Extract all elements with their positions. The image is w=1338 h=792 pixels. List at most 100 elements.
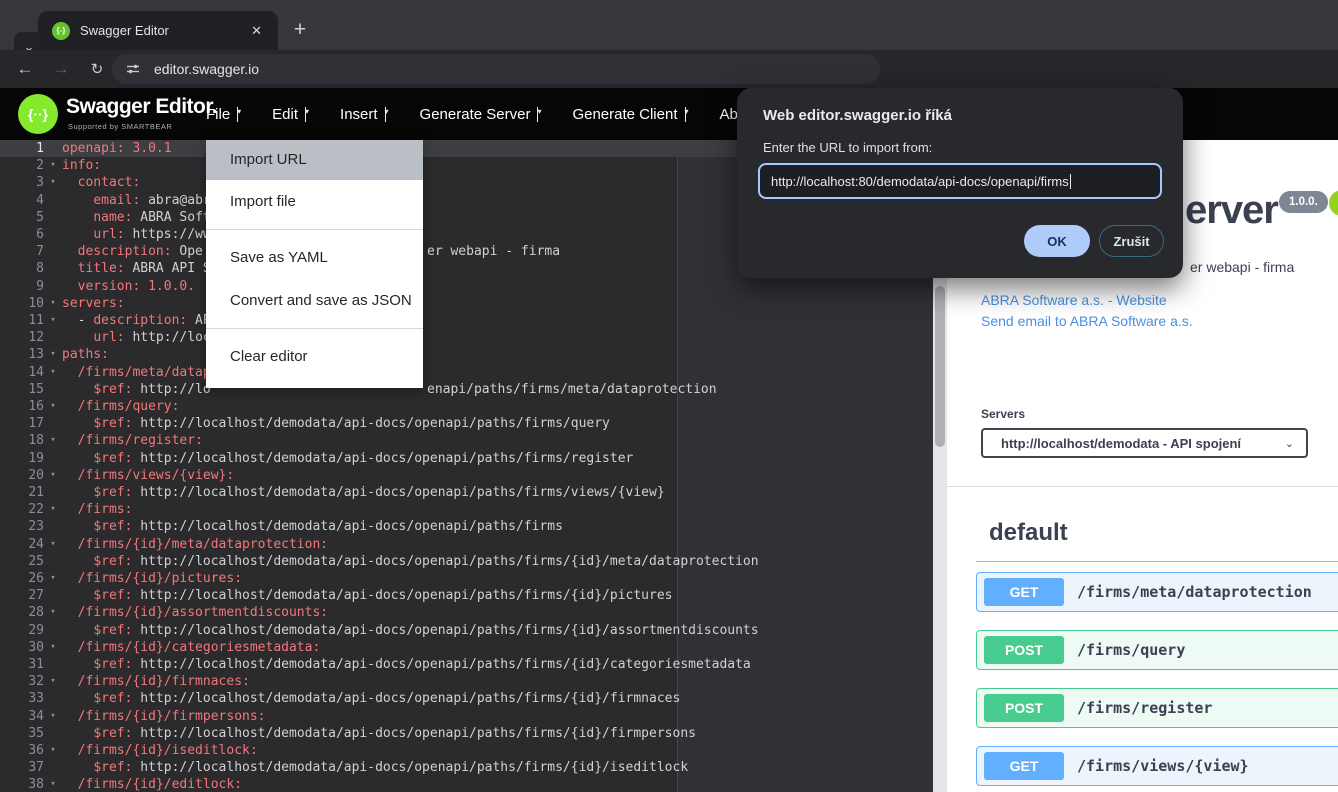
editor-line-35[interactable]: 35 $ref: http://localhost/demodata/api-d… (0, 725, 933, 742)
line-number: 1 (0, 140, 44, 157)
url-text: editor.swagger.io (154, 61, 259, 77)
code-text: title: ABRA API S (62, 261, 211, 276)
fold-icon[interactable]: ▾ (44, 604, 62, 621)
code-text: contact: (62, 175, 140, 190)
editor-line-18[interactable]: 18▾ /firms/register: (0, 432, 933, 449)
tag-title[interactable]: default (989, 519, 1068, 547)
fold-icon[interactable]: ▾ (44, 639, 62, 656)
fold-icon[interactable]: ▾ (44, 157, 62, 174)
file-menu-item-save-as-yaml[interactable]: Save as YAML (206, 236, 423, 279)
editor-line-32[interactable]: 32▾ /firms/{id}/firmnaces: (0, 673, 933, 690)
tab-close-icon[interactable]: ✕ (245, 21, 268, 41)
method-badge: GET (984, 752, 1064, 780)
fold-icon[interactable]: ▾ (44, 536, 62, 553)
code-text: /firms/{id}/meta/dataprotection: (62, 537, 328, 552)
code-text: version: 1.0.0. (62, 279, 195, 294)
file-menu-item-import-url[interactable]: Import URL (206, 140, 423, 180)
address-bar[interactable]: editor.swagger.io (112, 54, 880, 84)
editor-line-27[interactable]: 27 $ref: http://localhost/demodata/api-d… (0, 587, 933, 604)
line-number: 29 (0, 622, 44, 639)
email-link[interactable]: Send email to ABRA Software a.s. (981, 313, 1193, 329)
new-tab-button[interactable]: + (284, 14, 316, 46)
fold-icon[interactable]: ▾ (44, 570, 62, 587)
file-menu-item-import-file[interactable]: Import file (206, 180, 423, 223)
editor-line-24[interactable]: 24▾ /firms/{id}/meta/dataprotection: (0, 536, 933, 553)
code-text: /firms/register: (62, 433, 203, 448)
website-link[interactable]: ABRA Software a.s. - Website (981, 292, 1167, 308)
editor-line-19[interactable]: 19 $ref: http://localhost/demodata/api-d… (0, 450, 933, 467)
servers-label: Servers (981, 407, 1025, 421)
screen: ⌄ {-} Swagger Editor ✕ + ← → ↻ editor.sw… (0, 0, 1338, 792)
fold-icon[interactable]: ▾ (44, 174, 62, 191)
fold-icon[interactable]: ▾ (44, 398, 62, 415)
editor-line-16[interactable]: 16▾ /firms/query: (0, 398, 933, 415)
fold-icon[interactable]: ▾ (44, 673, 62, 690)
cancel-button[interactable]: Zrušit (1099, 225, 1164, 257)
editor-line-37[interactable]: 37 $ref: http://localhost/demodata/api-d… (0, 759, 933, 776)
line-number: 20 (0, 467, 44, 484)
menu-generate-client[interactable]: Generate Client▾ (572, 106, 685, 123)
app-title: Swagger Editor. (66, 95, 217, 119)
opblock--firms-register[interactable]: POST/firms/register (976, 688, 1338, 728)
file-menu-item-clear-editor[interactable]: Clear editor (206, 335, 423, 378)
menu-file[interactable]: File▾ (206, 106, 238, 123)
editor-line-25[interactable]: 25 $ref: http://localhost/demodata/api-d… (0, 553, 933, 570)
code-text: $ref: http://localhost/demodata/api-docs… (62, 588, 673, 603)
code-text: $ref: http://localhost/demodata/api-docs… (62, 657, 751, 672)
opblock--firms-query[interactable]: POST/firms/query (976, 630, 1338, 670)
fold-icon[interactable]: ▾ (44, 295, 62, 312)
editor-line-21[interactable]: 21 $ref: http://localhost/demodata/api-d… (0, 484, 933, 501)
editor-line-17[interactable]: 17 $ref: http://localhost/demodata/api-d… (0, 415, 933, 432)
code-text: $ref: http://localhost/demodata/api-docs… (62, 519, 563, 534)
fold-icon[interactable]: ▾ (44, 364, 62, 381)
opblock--firms-views-view-[interactable]: GET/firms/views/{view} (976, 746, 1338, 786)
editor-line-30[interactable]: 30▾ /firms/{id}/categoriesmetadata: (0, 639, 933, 656)
editor-scrollbar-thumb[interactable] (935, 286, 945, 447)
editor-line-22[interactable]: 22▾ /firms: (0, 501, 933, 518)
back-button[interactable]: ← (12, 56, 38, 82)
fold-icon[interactable]: ▾ (44, 346, 62, 363)
forward-button[interactable]: → (48, 56, 74, 82)
chevron-down-icon: ▾ (385, 107, 386, 122)
server-select[interactable]: http://localhost/demodata - API spojení … (981, 428, 1308, 458)
editor-line-29[interactable]: 29 $ref: http://localhost/demodata/api-d… (0, 622, 933, 639)
fold-icon[interactable]: ▾ (44, 742, 62, 759)
editor-line-13[interactable]: 13▾paths: (0, 346, 933, 363)
code-text: $ref: http://localhost/demodata/api-docs… (62, 691, 680, 706)
fold-icon[interactable]: ▾ (44, 501, 62, 518)
editor-line-11[interactable]: 11▾ - description: AP (0, 312, 933, 329)
file-menu-item-convert-and-save-as-json[interactable]: Convert and save as JSON (206, 279, 423, 322)
fold-icon[interactable]: ▾ (44, 432, 62, 449)
editor-line-34[interactable]: 34▾ /firms/{id}/firmpersons: (0, 708, 933, 725)
editor-line-20[interactable]: 20▾ /firms/views/{view}: (0, 467, 933, 484)
opblock--firms-meta-dataprotection[interactable]: GET/firms/meta/dataprotection (976, 572, 1338, 612)
site-settings-icon[interactable] (124, 60, 142, 78)
editor-line-33[interactable]: 33 $ref: http://localhost/demodata/api-d… (0, 690, 933, 707)
editor-line-38[interactable]: 38▾ /firms/{id}/editlock: (0, 776, 933, 792)
code-text: url: http://loc (62, 330, 211, 345)
editor-line-23[interactable]: 23 $ref: http://localhost/demodata/api-d… (0, 518, 933, 535)
editor-line-26[interactable]: 26▾ /firms/{id}/pictures: (0, 570, 933, 587)
fold-icon[interactable]: ▾ (44, 467, 62, 484)
editor-line-36[interactable]: 36▾ /firms/{id}/iseditlock: (0, 742, 933, 759)
editor-line-15[interactable]: 15 $ref: http://loenapi/paths/firms/meta… (0, 381, 933, 398)
editor-line-10[interactable]: 10▾servers: (0, 295, 933, 312)
menu-insert[interactable]: Insert▾ (340, 106, 386, 123)
browser-tab[interactable]: {-} Swagger Editor ✕ (38, 11, 278, 50)
line-number: 13 (0, 346, 44, 363)
editor-line-9[interactable]: 9 version: 1.0.0. (0, 278, 933, 295)
menu-edit[interactable]: Edit▾ (272, 106, 306, 123)
editor-line-31[interactable]: 31 $ref: http://localhost/demodata/api-d… (0, 656, 933, 673)
editor-line-28[interactable]: 28▾ /firms/{id}/assortmentdiscounts: (0, 604, 933, 621)
chevron-down-icon: ⌄ (1285, 437, 1294, 450)
editor-line-12[interactable]: 12 url: http://loc (0, 329, 933, 346)
fold-icon[interactable]: ▾ (44, 776, 62, 792)
menu-generate-server[interactable]: Generate Server▾ (420, 106, 539, 123)
fold-icon[interactable]: ▾ (44, 708, 62, 725)
editor-line-14[interactable]: 14▾ /firms/meta/datap (0, 364, 933, 381)
fold-icon[interactable]: ▾ (44, 312, 62, 329)
ok-button[interactable]: OK (1024, 225, 1090, 257)
line-number: 24 (0, 536, 44, 553)
reload-button[interactable]: ↻ (84, 56, 110, 82)
url-input[interactable]: http://localhost:80/demodata/api-docs/op… (758, 163, 1162, 199)
